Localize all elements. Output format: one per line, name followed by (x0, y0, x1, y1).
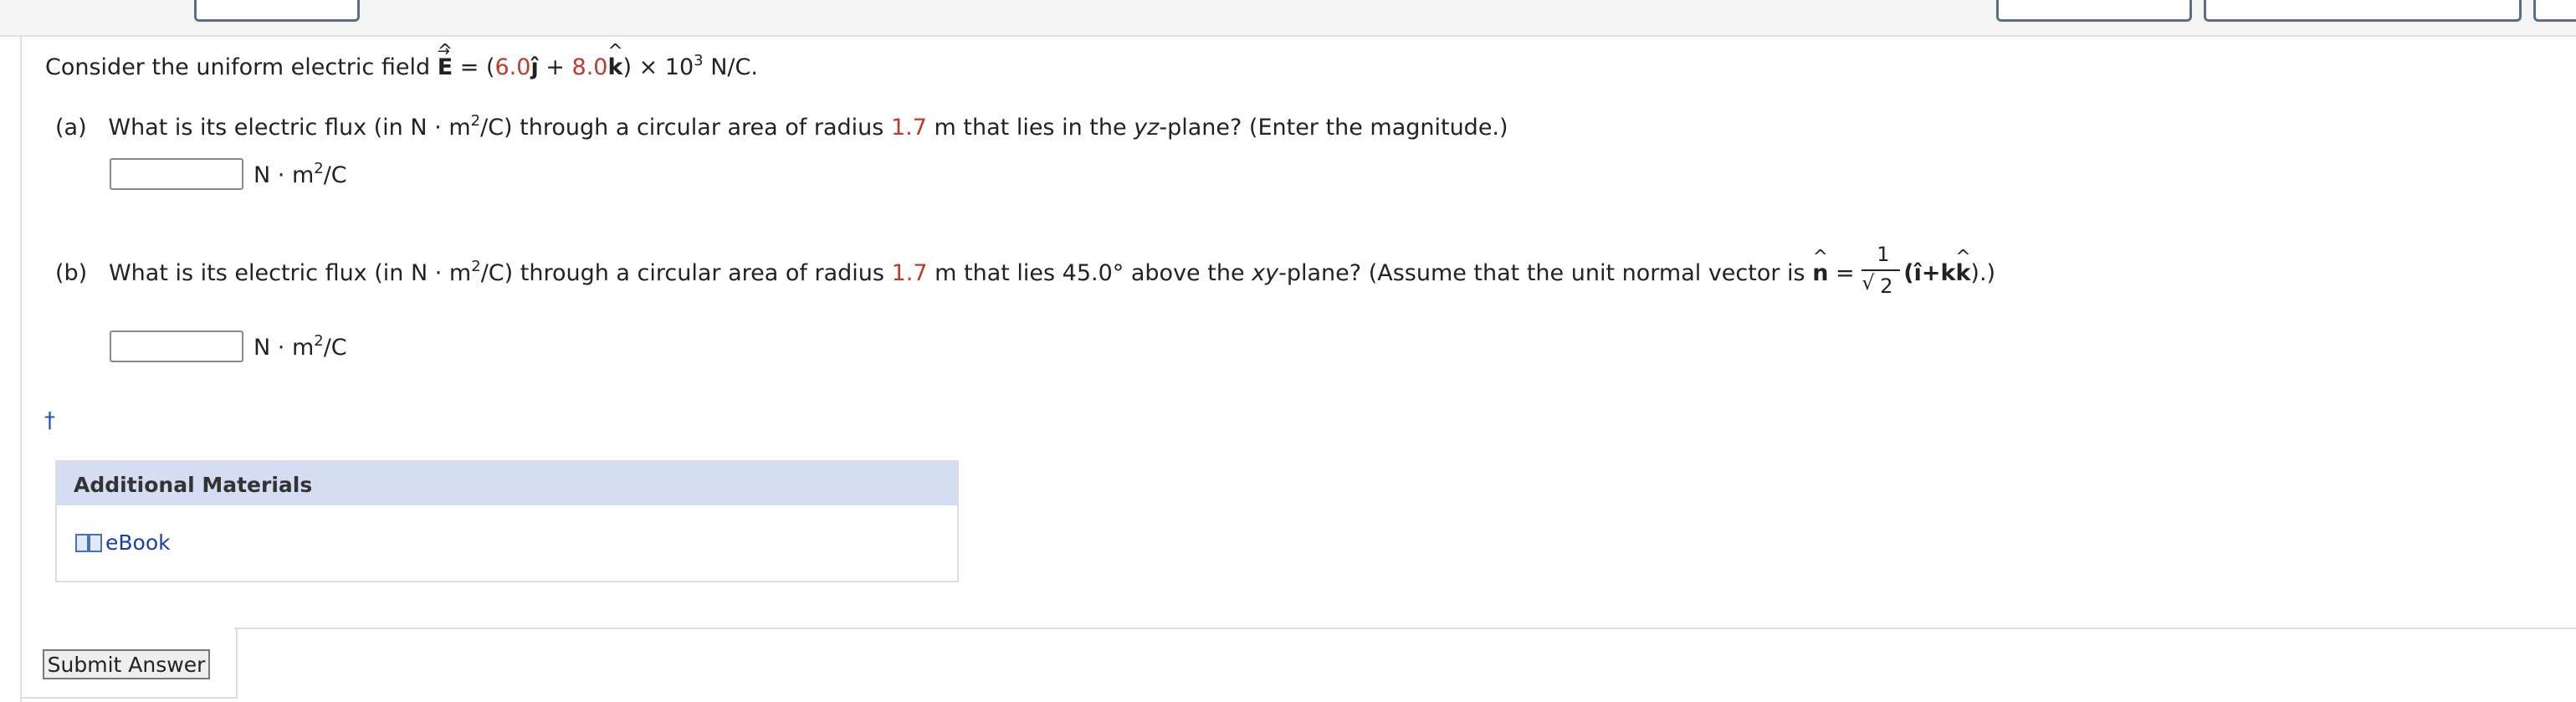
part-a-text-2: /C) through a circular area of radius (480, 115, 884, 141)
field-symbol: →E (438, 44, 453, 79)
toolbar-button-4[interactable] (2533, 0, 2576, 22)
fraction-denominator: 2 (1880, 274, 1893, 298)
part-b-text-3: m that lies 45.0° above the (935, 260, 1245, 286)
field-unit: N/C. (710, 54, 758, 80)
part-b-sup: 2 (471, 258, 481, 275)
part-b-question: (b) What is its electric flux (in N · m2… (55, 244, 1996, 296)
part-b-plane: xy (1252, 260, 1279, 286)
k-hat-b: k (1955, 262, 1970, 284)
part-a-question: (a) What is its electric flux (in N · m2… (55, 114, 1508, 141)
part-a-unit: N · m2/C (254, 160, 347, 189)
intro-line: Consider the uniform electric field →E =… (45, 44, 758, 80)
part-a-text-4: -plane? (Enter the magnitude.) (1159, 115, 1508, 141)
part-a-radius: 1.7 (890, 115, 927, 141)
part-a-text-3: m that lies in the (934, 115, 1127, 141)
additional-materials-header: Additional Materials (57, 462, 957, 505)
part-b-text-6: (î+k (1903, 260, 1956, 286)
additional-materials-panel: Additional Materials eBook (55, 460, 959, 582)
ebook-label[interactable]: eBook (105, 530, 171, 555)
toolbar-button-1[interactable] (194, 0, 360, 22)
toolbar-button-3[interactable] (2204, 0, 2522, 22)
part-b-unit-tail: /C (323, 335, 347, 361)
open-paren: ( (485, 54, 495, 80)
part-b-unit-base: N · m (254, 335, 315, 361)
part-a-plane: yz (1134, 115, 1160, 141)
dagger-link[interactable]: † (44, 408, 55, 433)
part-b-unit: N · m2/C (254, 332, 347, 361)
top-toolbar (0, 0, 2576, 37)
k-hat: k (607, 56, 622, 79)
plus-sign: + (545, 54, 565, 80)
part-b-unit-sup: 2 (314, 332, 324, 350)
part-b-label: (b) (55, 260, 88, 286)
part-b-text-4: -plane? (Assume that the unit normal vec… (1278, 260, 1805, 286)
part-a-sup: 2 (470, 112, 481, 130)
part-b-radius: 1.7 (891, 260, 928, 286)
fraction-numerator: 1 (1877, 242, 1890, 266)
ebook-link[interactable]: eBook (75, 530, 171, 555)
part-b-text-2: /C) through a circular area of radius (480, 260, 884, 286)
footer-divider (234, 628, 2576, 629)
part-a-unit-tail: /C (323, 162, 347, 188)
part-a-unit-base: N · m (254, 162, 315, 188)
part-b-text-1: What is its electric flux (in N · m (108, 260, 472, 286)
book-icon (75, 533, 102, 552)
part-b-equals: = (1836, 260, 1855, 286)
equals-sign: = (459, 54, 479, 80)
part-b-text-7: ).) (1970, 260, 1996, 286)
part-a-text-1: What is its electric flux (in N · m (108, 115, 471, 141)
k-coefficient: 8.0 (571, 54, 608, 80)
exponent: 3 (694, 52, 704, 69)
part-a-unit-sup: 2 (314, 160, 324, 177)
vector-arrow-icon: → (437, 43, 450, 60)
part-a-answer-input[interactable] (110, 158, 243, 190)
times-ten: × 10 (638, 54, 694, 80)
part-a-label: (a) (55, 115, 87, 141)
submit-answer-button[interactable]: Submit Answer (43, 649, 210, 679)
toolbar-button-2[interactable] (1996, 0, 2192, 22)
intro-prefix: Consider the uniform electric field (45, 54, 431, 80)
n-hat: n (1812, 262, 1828, 284)
j-coefficient: 6.0 (494, 54, 531, 80)
j-hat: ĵ (530, 54, 539, 80)
one-over-root-two: 1 √ 2 (1862, 244, 1903, 296)
close-paren: ) (622, 54, 632, 80)
sqrt-icon: √ (1862, 270, 1875, 295)
part-b-answer-input[interactable] (110, 331, 243, 362)
additional-materials-title: Additional Materials (74, 473, 313, 497)
